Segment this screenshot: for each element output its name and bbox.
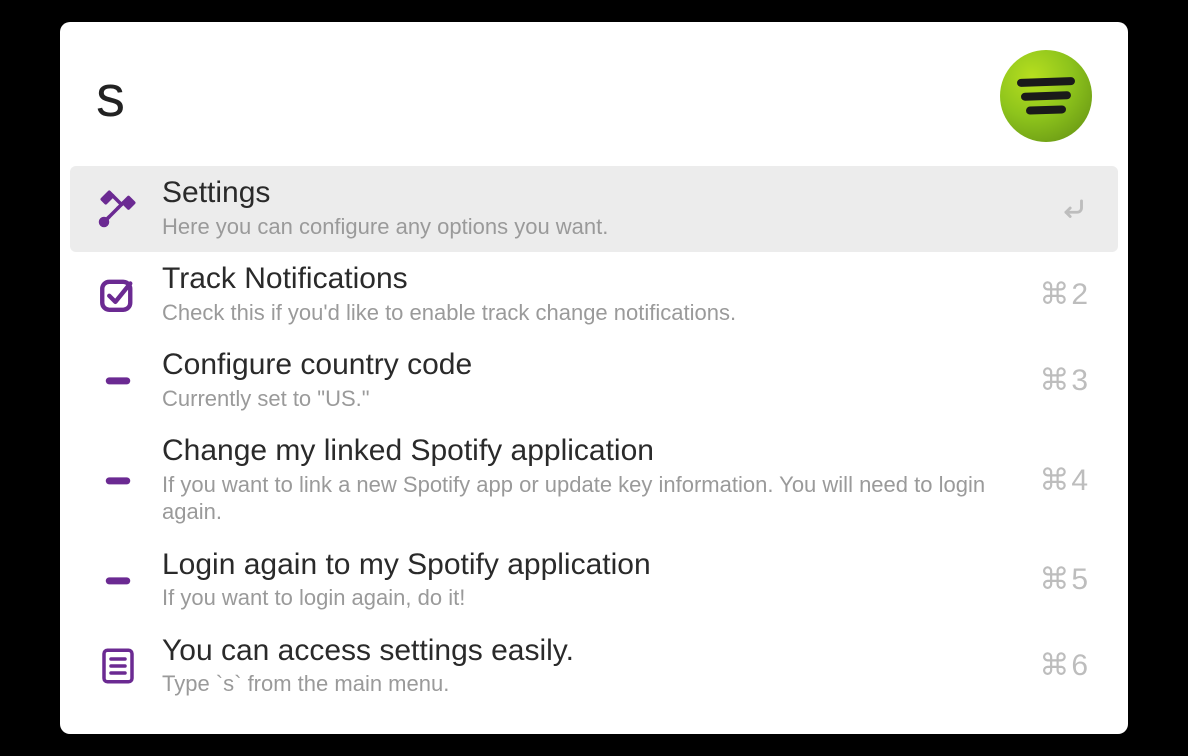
result-row-track-notifications[interactable]: Track Notifications Check this if you'd … (70, 252, 1118, 338)
result-shortcut: ⌘5 (1018, 562, 1090, 597)
result-title: Track Notifications (162, 262, 998, 297)
result-title: Login again to my Spotify application (162, 548, 998, 583)
result-shortcut: ⌘2 (1018, 277, 1090, 312)
result-title: Configure country code (162, 348, 998, 383)
result-row-configure-country-code[interactable]: Configure country code Currently set to … (70, 338, 1118, 424)
result-title: You can access settings easily. (162, 634, 998, 669)
result-row-access-settings-tip[interactable]: You can access settings easily. Type `s`… (70, 624, 1118, 710)
result-shortcut: ⌘6 (1018, 648, 1090, 683)
result-title: Change my linked Spotify application (162, 434, 998, 469)
result-shortcut: ⌘3 (1018, 363, 1090, 398)
list-icon (94, 642, 142, 690)
checkbox-icon (94, 270, 142, 318)
result-body: Configure country code Currently set to … (162, 348, 998, 412)
result-subtitle: If you want to login again, do it! (162, 584, 998, 612)
result-body: You can access settings easily. Type `s`… (162, 634, 998, 698)
result-row-settings[interactable]: Settings Here you can configure any opti… (70, 166, 1118, 252)
tools-icon (94, 184, 142, 232)
search-input[interactable] (96, 63, 1000, 130)
minus-icon (94, 356, 142, 404)
result-body: Login again to my Spotify application If… (162, 548, 998, 612)
result-subtitle: Here you can configure any options you w… (162, 213, 998, 241)
search-wrap (96, 63, 1000, 130)
result-subtitle: Type `s` from the main menu. (162, 670, 998, 698)
result-body: Settings Here you can configure any opti… (162, 176, 998, 240)
result-subtitle: If you want to link a new Spotify app or… (162, 471, 998, 526)
result-subtitle: Check this if you'd like to enable track… (162, 299, 998, 327)
result-row-login-again[interactable]: Login again to my Spotify application If… (70, 538, 1118, 624)
minus-icon (94, 556, 142, 604)
results-list: Settings Here you can configure any opti… (60, 166, 1128, 734)
result-subtitle: Currently set to "US." (162, 385, 998, 413)
result-shortcut: ⌘4 (1018, 463, 1090, 498)
return-icon (1018, 191, 1090, 225)
spotify-logo-icon (1000, 50, 1092, 142)
result-body: Change my linked Spotify application If … (162, 434, 998, 526)
command-panel: Settings Here you can configure any opti… (60, 22, 1128, 734)
result-title: Settings (162, 176, 998, 211)
header (60, 22, 1128, 166)
result-body: Track Notifications Check this if you'd … (162, 262, 998, 326)
minus-icon (94, 456, 142, 504)
result-row-change-linked-spotify[interactable]: Change my linked Spotify application If … (70, 424, 1118, 538)
